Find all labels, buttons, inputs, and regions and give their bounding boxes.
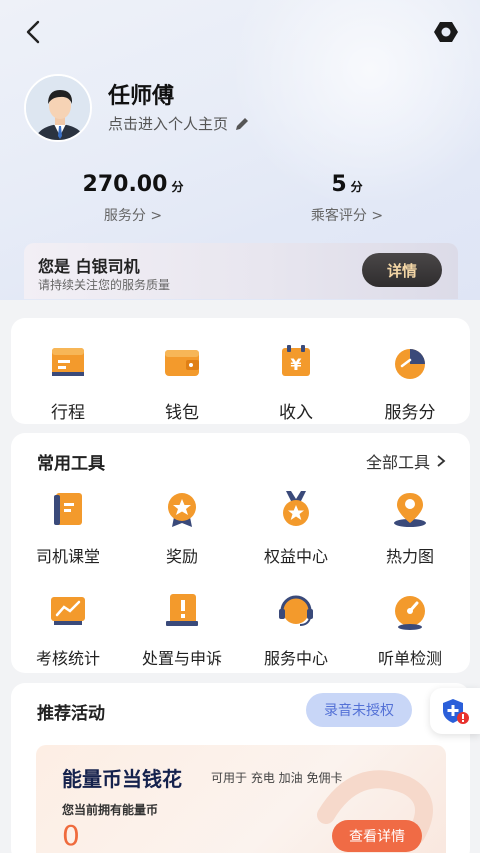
quick-item-wallet[interactable]: 钱包 [125,342,239,423]
promo-card-title: 能量币当钱花 [62,767,182,791]
profile-link[interactable]: 点击进入个人主页 [108,113,250,134]
itinerary-icon [52,348,84,376]
tool-item-service-center[interactable]: 服务中心 [239,591,353,669]
passenger-rating-value: 5分 [331,172,363,197]
benefits-medal-icon [283,491,309,526]
quick-item-service-score[interactable]: 服务分 [353,342,467,423]
chevron-right-icon [437,455,446,467]
tool-item-reward[interactable]: 奖励 [125,489,239,567]
driver-level-banner: 您是 白银司机 请持续关注您的服务质量 详情 [24,243,458,299]
all-tools-link[interactable]: 全部工具 [366,449,446,473]
driver-name: 任师傅 [108,84,175,109]
appeal-board-icon [166,594,198,626]
recommended-activities-card: 推荐活动 录音未授权 能量币当钱花 可用于 充电 加油 免佣卡 您当前拥有能量币… [11,683,470,853]
all-tools-label: 全部工具 [365,453,430,472]
view-details-button[interactable]: 查看详情 [332,820,422,852]
energy-coin-banner[interactable]: 能量币当钱花 可用于 充电 加油 免佣卡 您当前拥有能量币 0 查看详情 [36,745,446,853]
shield-alert-icon [443,699,469,724]
svg-text:¥: ¥ [290,355,301,374]
tools-title: 常用工具 [37,454,105,474]
tool-item-driver-class[interactable]: 司机课堂 [11,489,125,567]
book-icon [54,493,82,525]
headset-icon [279,595,313,626]
common-tools-card: 常用工具 全部工具 司机课堂 奖励 权益中心 热力图 考核统计 处置与申诉 服务… [11,433,470,673]
passenger-rating-label: 乘客评分 > [310,208,384,224]
avatar[interactable] [24,74,92,142]
promo-card-description: 可用于 充电 加油 免佣卡 [211,771,343,785]
quick-actions-card: 行程 钱包 ¥ 收入 服务分 [11,318,470,424]
heatmap-pin-icon [394,493,426,527]
chevron-left-icon [26,20,40,44]
quick-item-itinerary[interactable]: 行程 [11,342,125,423]
passenger-rating-stat[interactable]: 5分 乘客评分 > [262,172,432,225]
edit-pencil-icon [236,117,249,130]
promo-section-title: 推荐活动 [37,704,105,724]
level-detail-button[interactable]: 详情 [362,253,442,287]
service-score-icon [395,349,425,379]
energy-balance-label: 您当前拥有能量币 [62,803,159,817]
service-score-value: 270.00 分 [82,172,184,197]
back-button[interactable] [18,16,50,48]
gauge-icon [395,596,425,630]
reward-medal-icon [168,493,196,527]
settings-button[interactable] [430,16,462,48]
tool-item-appeal[interactable]: 处置与申诉 [125,591,239,669]
wallet-icon [165,350,199,376]
service-score-label: 服务分 > [103,208,163,224]
income-icon: ¥ [282,345,310,376]
tool-item-order-check[interactable]: 听单检测 [353,591,467,669]
quick-item-income[interactable]: ¥ 收入 [239,342,353,423]
service-score-stat[interactable]: 270.00 分 服务分 > [48,172,218,225]
level-subtitle: 请持续关注您的服务质量 [38,278,171,292]
tool-item-benefits[interactable]: 权益中心 [239,489,353,567]
tool-item-assessment[interactable]: 考核统计 [11,591,125,669]
energy-balance-value: 0 [62,819,80,852]
chart-board-icon [51,597,85,625]
tool-item-heatmap[interactable]: 热力图 [353,489,467,567]
security-shield-button[interactable] [430,688,480,734]
level-title: 您是 白银司机 [38,257,140,276]
profile-link-label: 点击进入个人主页 [108,115,229,133]
gear-icon [434,22,458,42]
recording-unauthorized-pill[interactable]: 录音未授权 [306,693,412,727]
